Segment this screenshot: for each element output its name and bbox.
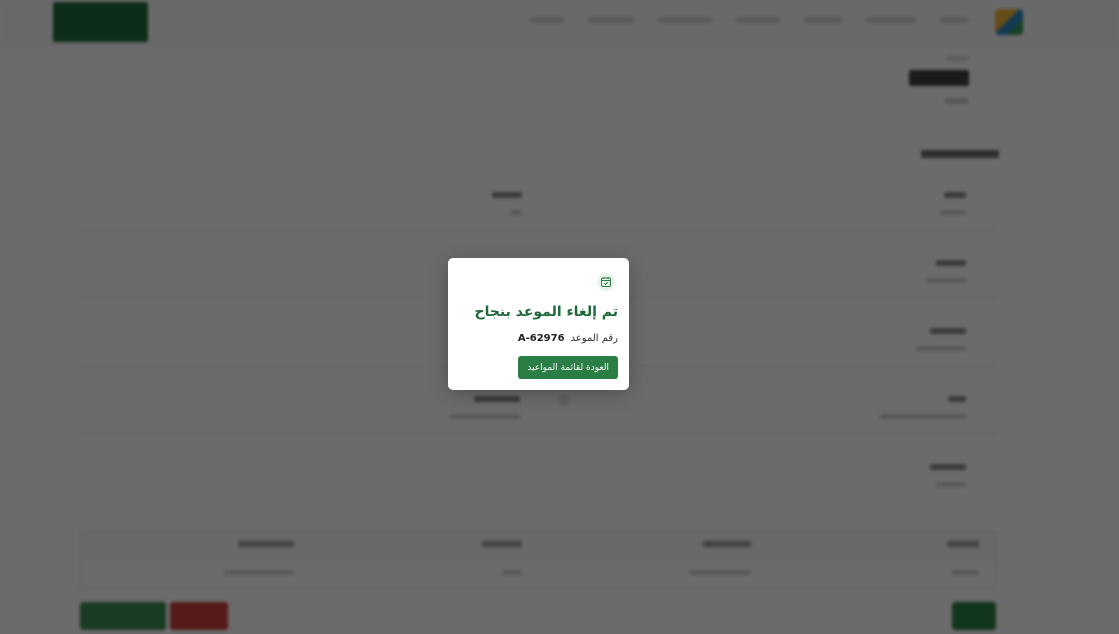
reference-number: A-62976 [517,333,565,344]
cancel-success-dialog: تم إلغاء الموعد بنجاح رقم الموعد A-62976… [448,258,629,390]
dialog-title: تم إلغاء الموعد بنجاح [474,304,618,320]
back-to-appointments-button[interactable]: العودة لقائمة المواعيد [518,356,618,379]
calendar-check-icon [597,273,615,291]
calendar-check-icon-glyph [601,277,611,287]
reference-label: رقم الموعد [570,333,618,344]
appointment-reference: رقم الموعد A-62976 [518,333,618,344]
